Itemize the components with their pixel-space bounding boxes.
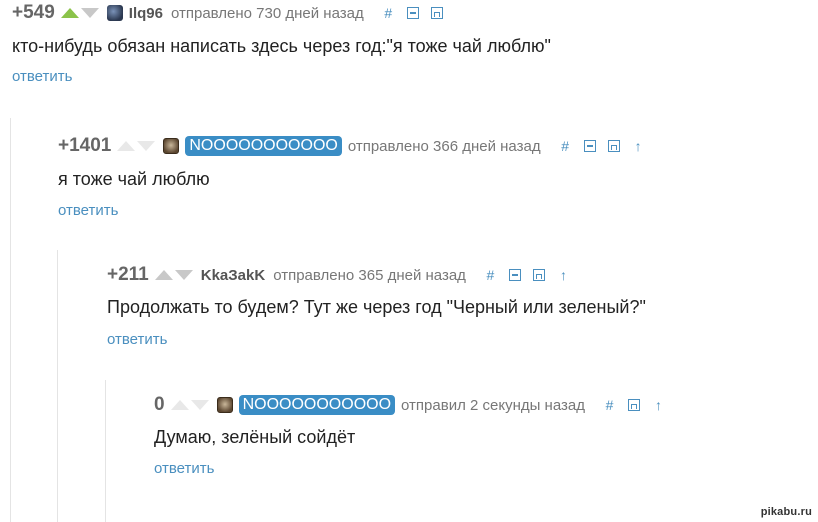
comment-text: Продолжать то будем? Тут же через год "Ч… bbox=[107, 297, 646, 317]
comment-text: я тоже чай люблю bbox=[58, 169, 210, 189]
comment-header: +549 Ilq96 отправлено 730 дней назад # bbox=[12, 1, 449, 25]
comment-header: 0 NOOOOOOOOOOO отправил 2 секунды назад … bbox=[154, 393, 671, 417]
downvote-arrow-icon[interactable] bbox=[80, 8, 99, 18]
go-to-parent-icon[interactable]: ↑ bbox=[652, 397, 665, 413]
avatar[interactable] bbox=[216, 397, 233, 413]
downvote-arrow-icon[interactable] bbox=[174, 270, 193, 280]
collapse-icon[interactable] bbox=[508, 269, 521, 281]
link-hash-icon[interactable]: # bbox=[382, 5, 395, 21]
save-icon[interactable] bbox=[430, 7, 443, 19]
save-icon[interactable] bbox=[532, 269, 545, 281]
comment-header: +1401 NOOOOOOOOOOO отправлено 366 дней н… bbox=[58, 134, 651, 158]
go-to-parent-icon[interactable]: ↑ bbox=[557, 267, 570, 283]
go-to-parent-icon[interactable]: ↑ bbox=[632, 138, 645, 154]
sent-time: отправлено 365 дней назад bbox=[273, 266, 466, 284]
comment-rating: +549 bbox=[12, 2, 55, 23]
username[interactable]: Ilq96 bbox=[129, 5, 163, 22]
link-hash-icon[interactable]: # bbox=[603, 397, 616, 413]
link-hash-icon[interactable]: # bbox=[559, 138, 572, 154]
avatar[interactable] bbox=[106, 5, 123, 21]
avatar[interactable] bbox=[163, 138, 180, 154]
sent-time: отправлено 366 дней назад bbox=[347, 137, 541, 155]
username[interactable]: KkaЗakK bbox=[201, 267, 265, 284]
comment-text: кто-нибудь обязан написать здесь через г… bbox=[12, 36, 551, 56]
comment-rating: +211 bbox=[107, 264, 149, 285]
upvote-arrow-icon[interactable] bbox=[170, 400, 189, 410]
upvote-arrow-icon[interactable] bbox=[117, 141, 136, 151]
save-icon[interactable] bbox=[607, 140, 620, 152]
upvote-arrow-icon[interactable] bbox=[60, 8, 79, 18]
comment-text: Думаю, зелёный сойдёт bbox=[154, 427, 356, 447]
sent-time: отправлено 730 дней назад bbox=[170, 4, 364, 22]
comment-header: +211 KkaЗakK отправлено 365 дней назад #… bbox=[107, 263, 576, 287]
collapse-icon[interactable] bbox=[406, 7, 419, 19]
watermark: pikabu.ru bbox=[760, 506, 812, 518]
username[interactable]: NOOOOOOOOOOO bbox=[238, 395, 396, 415]
reply-link[interactable]: ответить bbox=[154, 460, 214, 477]
link-hash-icon[interactable]: # bbox=[484, 267, 497, 283]
collapse-icon[interactable] bbox=[583, 140, 596, 152]
thread-line-level-1 bbox=[10, 118, 11, 522]
save-icon[interactable] bbox=[628, 399, 640, 411]
comment-rating: 0 bbox=[154, 394, 165, 415]
reply-link[interactable]: ответить bbox=[107, 331, 167, 348]
reply-link[interactable]: ответить bbox=[58, 202, 118, 219]
thread-line-level-3 bbox=[105, 380, 106, 522]
reply-link[interactable]: ответить bbox=[12, 68, 72, 85]
thread-line-level-2 bbox=[57, 250, 58, 522]
sent-time: отправил 2 секунды назад bbox=[401, 396, 585, 414]
username[interactable]: NOOOOOOOOOOO bbox=[185, 136, 342, 156]
downvote-arrow-icon[interactable] bbox=[137, 141, 156, 151]
upvote-arrow-icon[interactable] bbox=[154, 270, 173, 280]
downvote-arrow-icon[interactable] bbox=[190, 400, 209, 410]
comment-rating: +1401 bbox=[58, 135, 112, 156]
